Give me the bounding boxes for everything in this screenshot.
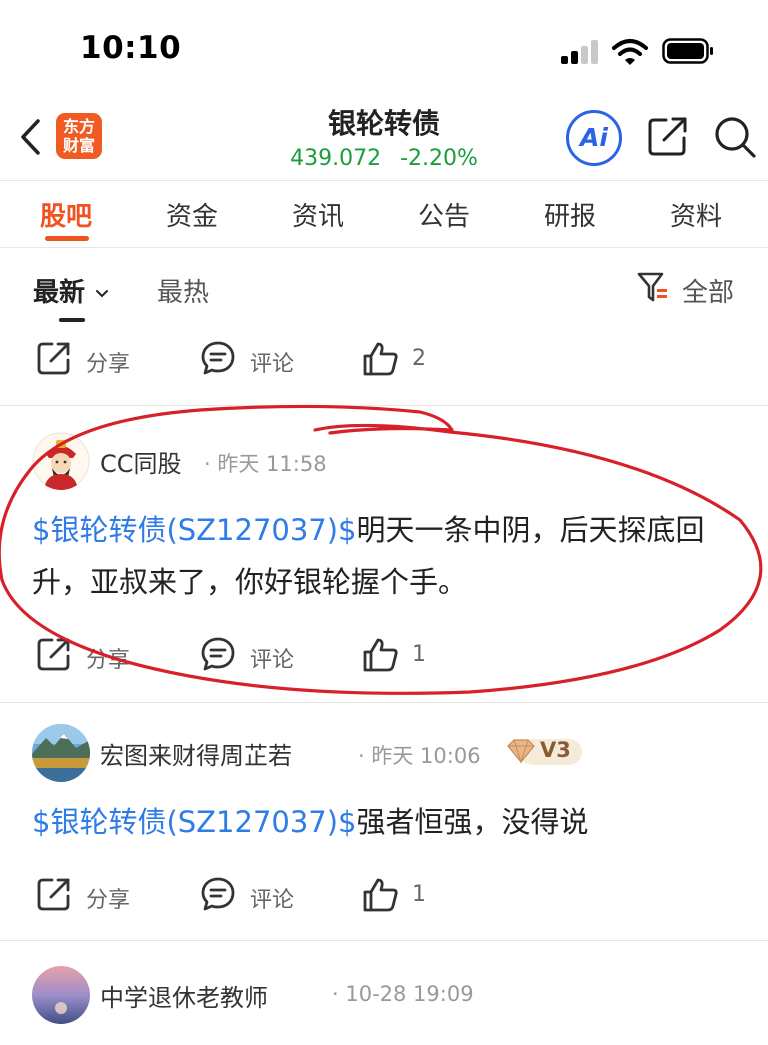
tab-guba[interactable]: 股吧 [40,196,92,233]
post-meta: · 昨天 11:58 [204,452,327,476]
sort-latest-button[interactable]: 最新 [33,272,110,309]
post-header: 宏图来财得周芷若 · 昨天 10:06 V3 [32,724,752,782]
share-icon [37,878,70,911]
status-bar: 10:10 [0,0,768,100]
share-label: 分享 [86,352,131,377]
stock-header: 东方 财富 银轮转债 439.072 -2.20% Ai [0,100,768,180]
avatar[interactable] [32,724,90,782]
comment-label: 评论 [250,352,295,377]
comment-label: 评论 [250,888,295,913]
wifi-icon [612,39,648,65]
post-time: 昨天 10:06 [371,744,481,768]
caishen-avatar-icon [32,432,90,490]
sort-bar: 最新 最热 全部 [0,256,768,326]
post-separator [0,940,768,941]
post-actions: 分享 评论 2 [0,336,768,386]
header-divider [0,180,768,181]
sunset-avatar-icon [32,966,90,1024]
thumbs-up-icon [363,638,398,672]
tabs-divider [0,247,768,248]
filter-button[interactable]: 全部 [636,270,734,310]
ai-assistant-button[interactable]: Ai [566,110,622,166]
stock-price: 439.072 [290,146,382,171]
landscape-avatar-icon [32,724,90,782]
thumbs-up-icon [363,342,398,376]
cellular-signal-icon [561,40,603,64]
user-level-badge: V3 [506,736,584,768]
sort-hot-button[interactable]: 最热 [157,272,209,309]
active-tab-indicator [45,236,89,241]
share-icon[interactable] [646,114,690,158]
sort-indicator [59,318,85,322]
post-content[interactable]: $银轮转债(SZ127037)$强者恒强，没得说 [32,796,742,848]
post-header: CC同股 · 昨天 11:58 [32,432,752,490]
comment-icon [201,637,235,671]
chevron-down-icon [96,289,109,297]
filter-icon [637,272,667,302]
share-icon [37,342,70,375]
battery-icon [662,38,713,64]
share-label: 分享 [86,648,131,673]
post-author[interactable]: 宏图来财得周芷若 [100,736,292,771]
share-label: 分享 [86,888,131,913]
comment-icon [201,877,235,911]
post-separator [0,405,768,406]
filter-label: 全部 [682,278,735,308]
status-time: 10:10 [80,30,182,66]
post-actions: 分享 评论 1 [0,872,768,922]
post-actions: 分享 评论 1 [0,632,768,682]
avatar[interactable] [32,966,90,1024]
like-count: 1 [412,642,426,667]
post-time: 昨天 11:58 [217,452,327,476]
stock-tag-link[interactable]: $银轮转债(SZ127037)$ [32,805,357,839]
post-time: 10-28 19:09 [345,982,474,1006]
stock-change: -2.20% [400,146,478,171]
like-count: 1 [412,882,426,907]
main-tabs: 股吧 资金 资讯 公告 研报 资料 [0,182,768,246]
tab-funds[interactable]: 资金 [166,196,218,233]
comment-icon [201,341,235,375]
like-count: 2 [412,346,426,371]
post-author[interactable]: CC同股 [100,444,182,479]
post-meta: · 昨天 10:06 [358,744,481,768]
sort-latest-label: 最新 [33,278,86,308]
avatar[interactable] [32,432,90,490]
tab-research[interactable]: 研报 [544,196,596,233]
thumbs-up-icon [363,878,398,912]
stock-tag-link[interactable]: $银轮转债(SZ127037)$ [32,513,357,547]
post-author[interactable]: 中学退休老教师 [100,978,268,1013]
comment-label: 评论 [250,648,295,673]
tab-profile[interactable]: 资料 [670,196,722,233]
tab-news[interactable]: 资讯 [292,196,344,233]
post-text: 强者恒强，没得说 [356,805,589,839]
post-meta: · 10-28 19:09 [332,982,474,1006]
share-icon [37,638,70,671]
user-level-label: V3 [540,738,571,762]
post-separator [0,702,768,703]
tab-announcements[interactable]: 公告 [418,196,470,233]
post-content[interactable]: $银轮转债(SZ127037)$明天一条中阴，后天探底回升，亚叔来了，你好银轮握… [32,504,742,608]
search-icon[interactable] [712,114,758,160]
post-header: 中学退休老教师 · 10-28 19:09 [32,966,752,1024]
